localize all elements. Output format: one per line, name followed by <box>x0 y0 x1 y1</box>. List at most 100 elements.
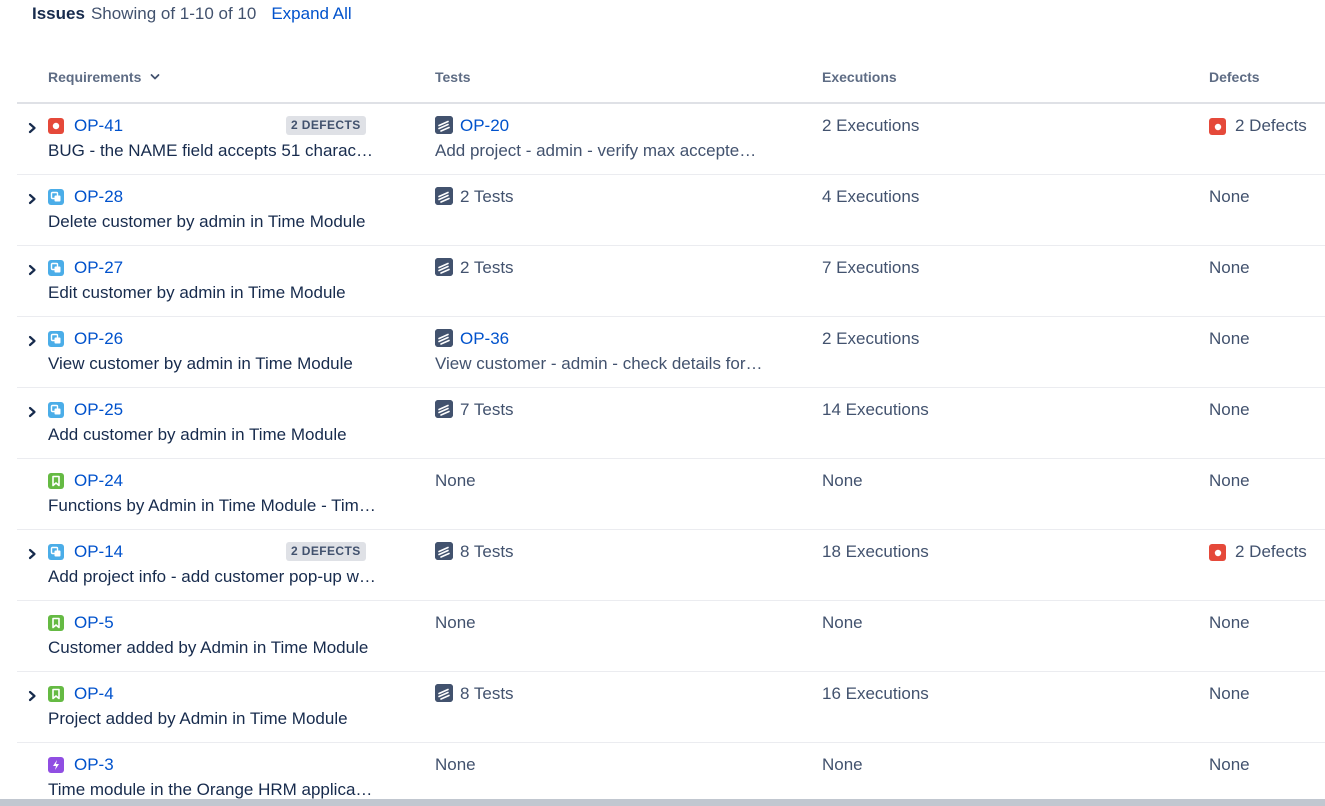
test-icon <box>435 400 453 418</box>
test-icon <box>435 116 453 134</box>
test-icon <box>435 187 453 205</box>
executions-count: 7 Executions <box>822 258 920 277</box>
issue-key-link[interactable]: OP-4 <box>74 684 114 704</box>
issue-key-link[interactable]: OP-28 <box>74 187 123 207</box>
test-icon <box>435 684 453 702</box>
defects-none: None <box>1209 471 1250 490</box>
defects-none: None <box>1209 187 1250 206</box>
issue-key-link[interactable]: OP-41 <box>74 116 123 136</box>
issue-summary: BUG - the NAME field accepts 51 characte… <box>48 141 376 160</box>
defects-none: None <box>1209 613 1250 632</box>
test-summary: Add project - admin - verify max accepte… <box>435 141 763 160</box>
issue-key-link[interactable]: OP-26 <box>74 329 123 349</box>
table-row: OP-25 Add customer by admin in Time Modul… <box>17 388 1325 459</box>
executions-count: 4 Executions <box>822 187 920 206</box>
issues-title: Issues <box>32 4 85 23</box>
issue-key-link[interactable]: OP-27 <box>74 258 123 278</box>
issue-key-link[interactable]: OP-25 <box>74 400 123 420</box>
defects-count: 2 Defects <box>1235 116 1307 135</box>
defects-lozenge: 2 DEFECTS <box>286 116 366 135</box>
requirements-column-label: Requirements <box>48 69 142 85</box>
test-summary: View customer - admin - check details fo… <box>435 354 763 373</box>
issue-key-link[interactable]: OP-24 <box>74 471 123 491</box>
subtask-icon <box>48 260 64 276</box>
table-row: OP-24 Functions by Admin in Time Module -… <box>17 459 1325 530</box>
defects-none: None <box>1209 329 1250 348</box>
issues-table-body: OP-41 2 DEFECTS BUG - the NAME field accep… <box>17 104 1325 806</box>
executions-count: 2 Executions <box>822 329 920 348</box>
subtask-icon <box>48 544 64 560</box>
executions-count: None <box>822 471 863 490</box>
tests-count: 2 Tests <box>460 187 514 206</box>
chevron-right-icon[interactable] <box>26 192 38 206</box>
bug-icon <box>48 118 64 134</box>
chevron-right-icon[interactable] <box>26 547 38 561</box>
tests-count: 8 Tests <box>460 684 514 703</box>
test-key-link[interactable]: OP-20 <box>460 116 509 136</box>
chevron-right-icon[interactable] <box>26 263 38 277</box>
executions-count: 18 Executions <box>822 542 929 561</box>
tests-count: 7 Tests <box>460 400 514 419</box>
epic-icon <box>48 757 64 773</box>
subtask-icon <box>48 402 64 418</box>
table-row: OP-41 2 DEFECTS BUG - the NAME field accep… <box>17 104 1325 175</box>
table-row: OP-27 Edit customer by admin in Time Modu… <box>17 246 1325 317</box>
issue-key-link[interactable]: OP-3 <box>74 755 114 775</box>
table-row: OP-28 Delete customer by admin in Time Mo… <box>17 175 1325 246</box>
tests-column-header: Tests <box>435 69 471 85</box>
executions-count: None <box>822 755 863 774</box>
executions-count: None <box>822 613 863 632</box>
table-row: OP-26 View customer by admin in Time Modu… <box>17 317 1325 388</box>
executions-count: 16 Executions <box>822 684 929 703</box>
chevron-down-icon <box>150 74 160 80</box>
requirements-column-header[interactable]: Requirements <box>48 69 160 85</box>
chevron-right-icon[interactable] <box>26 334 38 348</box>
issue-summary: Edit customer by admin in Time Module <box>48 283 346 302</box>
test-key-link[interactable]: OP-36 <box>460 329 509 349</box>
issues-panel: Issues Showing of 1-10 of 10 Expand All … <box>0 0 1325 806</box>
story-icon <box>48 686 64 702</box>
executions-column-header: Executions <box>822 69 897 85</box>
issues-header: Issues Showing of 1-10 of 10 Expand All <box>32 4 352 24</box>
issue-summary: Functions by Admin in Time Module - Time… <box>48 496 376 515</box>
defects-none: None <box>1209 258 1250 277</box>
issue-summary: Project added by Admin in Time Module <box>48 709 348 728</box>
table-row: OP-5 Customer added by Admin in Time Modu… <box>17 601 1325 672</box>
bug-icon <box>1209 118 1226 135</box>
tests-none: None <box>435 471 476 490</box>
pagination-status: Showing of 1-10 of 10 <box>90 4 257 23</box>
subtask-icon <box>48 331 64 347</box>
issue-summary: Add project info - add customer pop-up w… <box>48 567 376 586</box>
issue-summary: Delete customer by admin in Time Module <box>48 212 366 231</box>
subtask-icon <box>48 189 64 205</box>
table-row: OP-4 Project added by Admin in Time Modul… <box>17 672 1325 743</box>
defects-none: None <box>1209 400 1250 419</box>
issue-summary: View customer by admin in Time Module <box>48 354 353 373</box>
chevron-right-icon[interactable] <box>26 121 38 135</box>
story-icon <box>48 473 64 489</box>
executions-count: 2 Executions <box>822 116 920 135</box>
issue-summary: Time module in the Orange HRM applicatio… <box>48 780 376 799</box>
test-icon <box>435 329 453 347</box>
tests-count: 8 Tests <box>460 542 514 561</box>
defects-none: None <box>1209 755 1250 774</box>
story-icon <box>48 615 64 631</box>
table-row: OP-3 Time module in the Orange HRM applic… <box>17 743 1325 806</box>
test-icon <box>435 542 453 560</box>
defects-none: None <box>1209 684 1250 703</box>
issue-key-link[interactable]: OP-5 <box>74 613 114 633</box>
test-icon <box>435 258 453 276</box>
bug-icon <box>1209 544 1226 561</box>
defects-count: 2 Defects <box>1235 542 1307 561</box>
chevron-right-icon[interactable] <box>26 405 38 419</box>
issue-key-link[interactable]: OP-14 <box>74 542 123 562</box>
table-row: OP-14 2 DEFECTS Add project info - add cus… <box>17 530 1325 601</box>
defects-column-header: Defects <box>1209 69 1260 85</box>
issue-summary: Add customer by admin in Time Module <box>48 425 347 444</box>
tests-none: None <box>435 613 476 632</box>
tests-none: None <box>435 755 476 774</box>
expand-all-link[interactable]: Expand All <box>271 4 351 24</box>
issue-summary: Customer added by Admin in Time Module <box>48 638 369 657</box>
chevron-right-icon[interactable] <box>26 689 38 703</box>
horizontal-scrollbar[interactable] <box>0 799 1325 806</box>
